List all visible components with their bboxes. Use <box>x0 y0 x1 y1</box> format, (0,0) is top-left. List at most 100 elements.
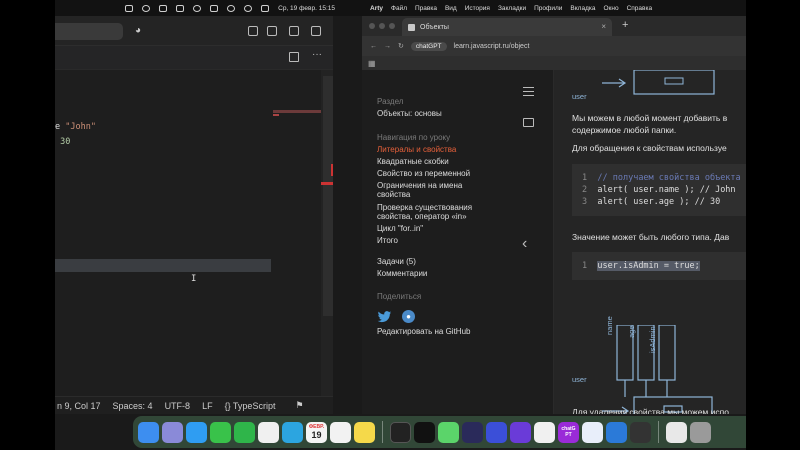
cursor-position[interactable]: n 9, Col 17 <box>57 401 101 411</box>
downloads-folder-icon[interactable] <box>666 421 687 443</box>
dock: ФЕВР. 19 chatG PT <box>133 416 746 448</box>
activity-monitor-icon[interactable] <box>630 421 651 443</box>
telegram-icon[interactable] <box>282 421 303 443</box>
pages-icon[interactable] <box>534 421 555 443</box>
menu-edit[interactable]: Правка <box>415 5 437 12</box>
nav-item-brackets[interactable]: Квадратные скобки <box>377 157 497 166</box>
line-number: 1 <box>582 261 588 271</box>
command-center-search[interactable] <box>55 23 123 40</box>
layout-icon[interactable] <box>311 26 321 36</box>
bell-icon[interactable]: ⚑ <box>295 400 303 411</box>
browser-tab[interactable]: Объекты × <box>402 18 612 36</box>
chevron-left-icon[interactable]: ‹ <box>522 235 527 253</box>
menu-window[interactable]: Окно <box>603 5 618 12</box>
map-icon[interactable] <box>523 118 534 127</box>
section-link[interactable]: Объекты: основы <box>377 109 497 118</box>
menu-history[interactable]: История <box>465 5 490 12</box>
menu-help[interactable]: Справка <box>627 5 653 12</box>
headphones-icon[interactable] <box>176 4 185 12</box>
calendar-icon[interactable]: ФЕВР. 19 <box>306 421 327 443</box>
language-mode[interactable]: {} TypeScript <box>225 401 276 411</box>
error-marker <box>331 164 333 176</box>
toggle-sidebar-icon[interactable] <box>248 26 258 36</box>
encoding[interactable]: UTF-8 <box>165 401 191 411</box>
control-center-icon[interactable] <box>261 4 270 12</box>
record-icon[interactable] <box>142 4 151 12</box>
nav-item-in-operator[interactable]: Проверка существования свойства, операто… <box>377 203 497 221</box>
finder-icon[interactable] <box>138 421 159 443</box>
menu-icon[interactable] <box>523 87 534 99</box>
notes-icon[interactable] <box>354 421 375 443</box>
close-tab-icon[interactable]: × <box>601 22 606 31</box>
dot-icon[interactable] <box>193 4 202 12</box>
tray-icon[interactable] <box>125 4 134 12</box>
nav-item-literals[interactable]: Литералы и свойства <box>377 145 497 154</box>
favicon-icon <box>408 23 415 31</box>
indentation[interactable]: Spaces: 4 <box>113 401 153 411</box>
github-icon[interactable]: ● <box>402 310 415 323</box>
nav-item-for-in[interactable]: Цикл "for..in" <box>377 224 497 233</box>
menu-app-name[interactable]: Arty <box>370 5 383 12</box>
traffic-lights[interactable] <box>368 22 398 30</box>
launchpad-icon[interactable] <box>162 421 183 443</box>
nav-item-name-limits[interactable]: Ограничения на имена свойства <box>377 181 497 199</box>
code-line: 30 <box>55 137 70 147</box>
monitor-icon[interactable] <box>159 4 168 12</box>
toggle-panel-icon[interactable] <box>267 26 277 36</box>
nav-item-summary[interactable]: Итого <box>377 236 497 245</box>
pycharm-icon[interactable] <box>414 421 435 443</box>
battery-icon[interactable] <box>210 4 219 12</box>
twitter-icon[interactable] <box>377 311 392 323</box>
code-block[interactable]: 1 user.isAdmin = true; <box>572 252 746 280</box>
code-comment: // получаем свойства объекта <box>597 173 741 183</box>
vpn-icon[interactable] <box>462 421 483 443</box>
text-cursor: I <box>191 274 197 284</box>
trash-icon[interactable] <box>690 421 711 443</box>
paragraph: Для обращения к свойствам используе <box>572 143 727 153</box>
textedit-icon[interactable] <box>582 421 603 443</box>
edit-on-github-link[interactable]: Редактировать на GitHub <box>377 327 497 336</box>
editor-scrollbar-thumb[interactable] <box>323 76 333 316</box>
more-actions-icon[interactable]: ··· <box>312 49 322 60</box>
web-page: Раздел Объекты: основы Навигация по урок… <box>362 70 746 414</box>
safari-icon[interactable] <box>186 421 207 443</box>
url-field[interactable]: learn.javascript.ru/object <box>454 43 530 50</box>
search-icon[interactable] <box>244 4 253 12</box>
code-editor[interactable]: e "John" 30 I <box>55 70 321 396</box>
chatgpt-app-icon[interactable]: chatG PT <box>558 421 579 443</box>
browser-window: Объекты × + ← → ↻ chatGPT learn.javascri… <box>362 16 746 414</box>
reload-icon[interactable]: ↻ <box>398 42 404 50</box>
comments-link[interactable]: Комментарии <box>377 269 497 278</box>
menu-bar: Ср, 19 февр. 15:15 Arty Файл Правка Вид … <box>55 0 746 16</box>
photos-icon[interactable] <box>258 421 279 443</box>
menu-tab[interactable]: Вкладка <box>570 5 595 12</box>
menu-view[interactable]: Вид <box>445 5 457 12</box>
toggle-secondary-sidebar-icon[interactable] <box>289 26 299 36</box>
chatgpt-chip[interactable]: chatGPT <box>410 41 447 51</box>
new-tab-button[interactable]: + <box>622 19 628 31</box>
menu-bookmarks[interactable]: Закладки <box>498 5 526 12</box>
chrome-icon[interactable] <box>330 421 351 443</box>
webstorm-icon[interactable] <box>438 421 459 443</box>
menu-file[interactable]: Файл <box>391 5 407 12</box>
vscode-app-icon[interactable] <box>606 421 627 443</box>
menu-profiles[interactable]: Профили <box>534 5 562 12</box>
nav-item-computed[interactable]: Свойство из переменной <box>377 169 497 178</box>
wifi-icon[interactable] <box>227 4 236 12</box>
forward-icon[interactable]: → <box>384 43 391 50</box>
terminal-icon[interactable] <box>390 421 411 443</box>
app-d-icon[interactable] <box>510 421 531 443</box>
code-token: e <box>55 122 66 132</box>
tasks-link[interactable]: Задачи (5) <box>377 257 497 266</box>
split-editor-icon[interactable] <box>289 52 299 62</box>
apps-grid-icon[interactable]: ▦ <box>368 59 376 68</box>
cursor-app-icon[interactable] <box>486 421 507 443</box>
copilot-icon[interactable]: ◕ <box>135 25 141 36</box>
code-block[interactable]: 1 // получаем свойства объекта 2 alert( … <box>572 164 746 216</box>
clock[interactable]: Ср, 19 февр. 15:15 <box>278 5 335 12</box>
messages-icon[interactable] <box>210 421 231 443</box>
end-of-line[interactable]: LF <box>202 401 213 411</box>
facetime-icon[interactable] <box>234 421 255 443</box>
vscode-titlebar: ◕ <box>55 16 333 46</box>
back-icon[interactable]: ← <box>370 43 377 50</box>
